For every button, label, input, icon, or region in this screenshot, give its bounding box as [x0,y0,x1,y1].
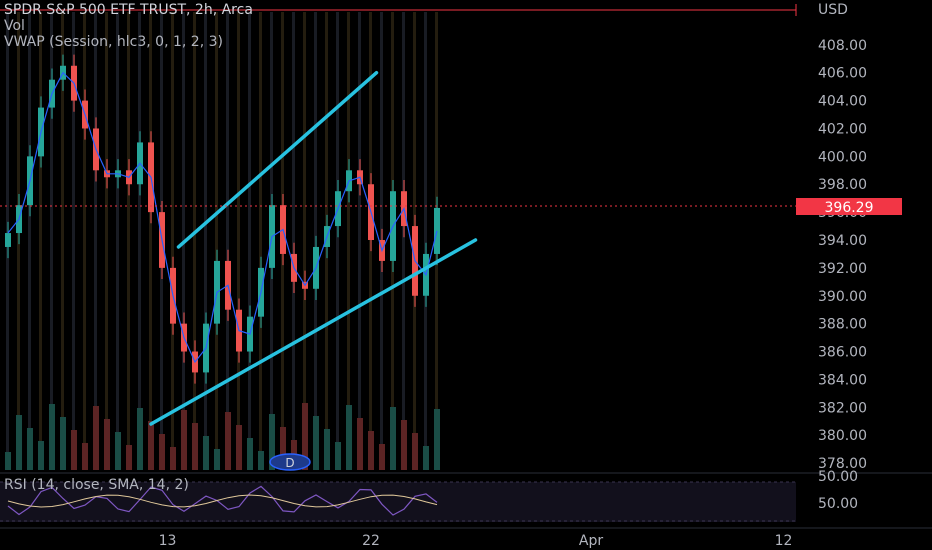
price-axis-tick: 394.00 [818,233,867,249]
session-stripe [149,12,152,470]
volume-bar [71,430,77,470]
volume-bar [335,442,341,470]
price-chart[interactable]: 378.00380.00382.00384.00386.00388.00390.… [0,0,932,550]
volume-bar [137,408,143,470]
volume-bar [313,416,319,470]
price-axis-tick: 408.00 [818,38,867,54]
dividend-marker[interactable]: D [269,453,311,471]
time-axis-tick: 12 [775,533,793,549]
symbol-title[interactable]: SPDR S&P 500 ETF TRUST, 2h, Arca [4,2,253,18]
volume-bar [434,409,440,470]
volume-legend[interactable]: Vol [4,18,253,34]
rsi-legend[interactable]: RSI (14, close, SMA, 14, 2) [4,477,189,493]
volume-bar [126,445,132,470]
dividend-label: D [285,456,294,470]
session-stripe [39,12,42,470]
time-axis-tick: 22 [362,533,380,549]
current-price-text: 396.29 [825,200,874,216]
volume-bar [38,441,44,470]
volume-bar [258,451,264,470]
session-stripe [292,12,295,470]
session-stripe [215,12,218,470]
current-price-label: 396.29 [796,198,902,216]
vwap-legend[interactable]: VWAP (Session, hlc3, 0, 1, 2, 3) [4,34,253,50]
volume-bar [203,436,209,470]
price-axis-tick: 390.00 [818,289,867,305]
session-stripe [402,12,405,470]
volume-bar [412,433,418,470]
currency-label[interactable]: USD [818,2,848,18]
price-axis-tick: 406.00 [818,66,867,82]
volume-bar [192,423,198,470]
price-axis-tick: 382.00 [818,400,867,416]
session-stripe [94,12,97,470]
volume-bar [214,449,220,470]
volume-bar [5,452,11,470]
volume-bar [423,446,429,470]
volume-bar [225,412,231,470]
price-axis-tick: 402.00 [818,121,867,137]
volume-bar [82,443,88,470]
price-axis-tick: 388.00 [818,317,867,333]
volume-bar [379,444,385,470]
volume-bar [170,447,176,470]
volume-bar [104,419,110,470]
price-axis-tick: 392.00 [818,261,867,277]
candle-body [5,233,11,247]
volume-bar [93,406,99,470]
session-stripe [226,12,229,470]
session-stripe [259,12,262,470]
price-axis-tick: 400.00 [818,149,867,165]
session-stripe [237,12,240,470]
rsi-tick-top: 50.00 [818,469,858,485]
session-stripe [424,12,427,470]
session-stripe [171,12,174,470]
session-stripe [138,12,141,470]
session-stripe [127,12,130,470]
volume-bar [346,405,352,470]
volume-bar [324,429,330,470]
price-axis-tick: 404.00 [818,94,867,110]
volume-bar [401,420,407,470]
volume-bar [115,432,121,470]
time-axis-tick: Apr [579,533,603,549]
chart-legend: SPDR S&P 500 ETF TRUST, 2h, Arca Vol VWA… [4,2,253,50]
price-axis-tick: 398.00 [818,177,867,193]
session-stripe [105,12,108,470]
volume-bar [60,417,66,470]
volume-bar [16,415,22,470]
session-stripe [248,12,251,470]
price-axis-tick: 384.00 [818,372,867,388]
session-stripe [116,12,119,470]
session-stripe [347,12,350,470]
volume-bar [159,434,165,470]
session-stripe [358,12,361,470]
price-axis-tick: 380.00 [818,428,867,444]
volume-bar [368,431,374,470]
rsi-tick: 50.00 [818,496,858,512]
volume-bar [148,421,154,470]
volume-bar [247,438,253,470]
session-stripe [336,12,339,470]
volume-bar [390,407,396,470]
volume-bar [236,425,242,470]
volume-bar [181,410,187,470]
session-stripe [28,12,31,470]
session-stripe [204,12,207,470]
session-stripe [83,12,86,470]
price-axis-tick: 386.00 [818,345,867,361]
time-axis-tick: 13 [159,533,177,549]
volume-bar [27,428,33,470]
volume-bar [49,404,55,470]
volume-bar [357,418,363,470]
session-stripe [303,12,306,470]
